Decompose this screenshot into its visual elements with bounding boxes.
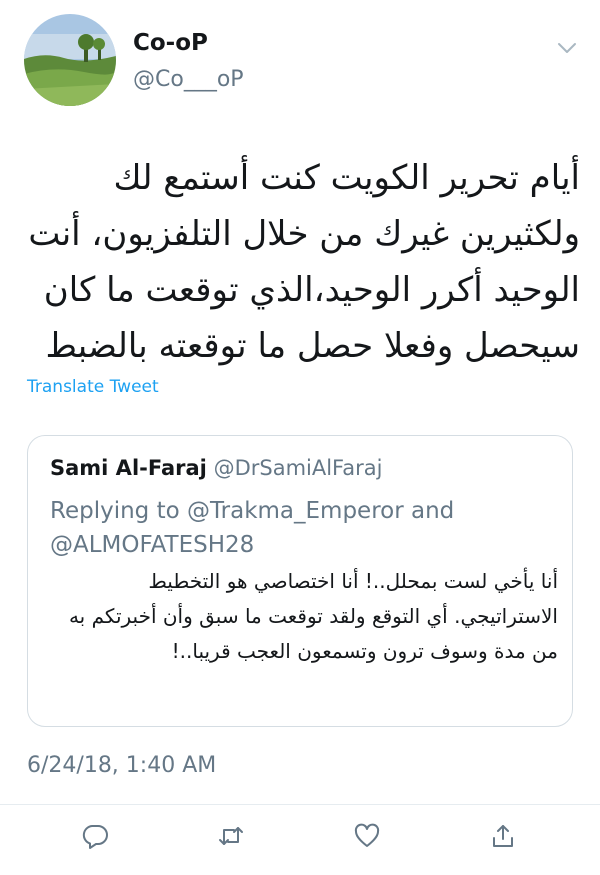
display-name[interactable]: Co-oP bbox=[133, 30, 208, 56]
share-icon[interactable] bbox=[485, 818, 521, 854]
user-handle[interactable]: @Co___oP bbox=[133, 67, 244, 92]
quoted-author-name: Sami Al-Faraj bbox=[50, 456, 207, 480]
avatar-landscape-image bbox=[24, 14, 116, 106]
tweet-timestamp: 6/24/18, 1:40 AM bbox=[27, 753, 217, 778]
like-icon[interactable] bbox=[349, 818, 385, 854]
avatar[interactable] bbox=[24, 14, 116, 106]
divider bbox=[0, 804, 600, 805]
quoted-author-handle: @DrSamiAlFaraj bbox=[213, 456, 383, 480]
translate-tweet-link[interactable]: Translate Tweet bbox=[27, 377, 159, 397]
replying-to-text: Replying to @Trakma_Emperor and @ALMOFAT… bbox=[50, 498, 455, 558]
quoted-author: Sami Al-Faraj @DrSamiAlFaraj bbox=[50, 456, 382, 480]
tweet-actions-bar bbox=[0, 818, 600, 858]
quoted-tweet-card[interactable]: Sami Al-Faraj @DrSamiAlFaraj Replying to… bbox=[27, 435, 573, 727]
chevron-down-icon[interactable] bbox=[556, 40, 578, 54]
quoted-tweet-text: أنا يأخي لست بمحلل..! أنا اختصاصي هو الت… bbox=[68, 569, 558, 663]
retweet-icon[interactable] bbox=[213, 818, 249, 854]
tweet-text: أيام تحرير الكويت كنت أستمع لك ولكثيرين … bbox=[28, 158, 580, 366]
reply-icon[interactable] bbox=[77, 818, 113, 854]
